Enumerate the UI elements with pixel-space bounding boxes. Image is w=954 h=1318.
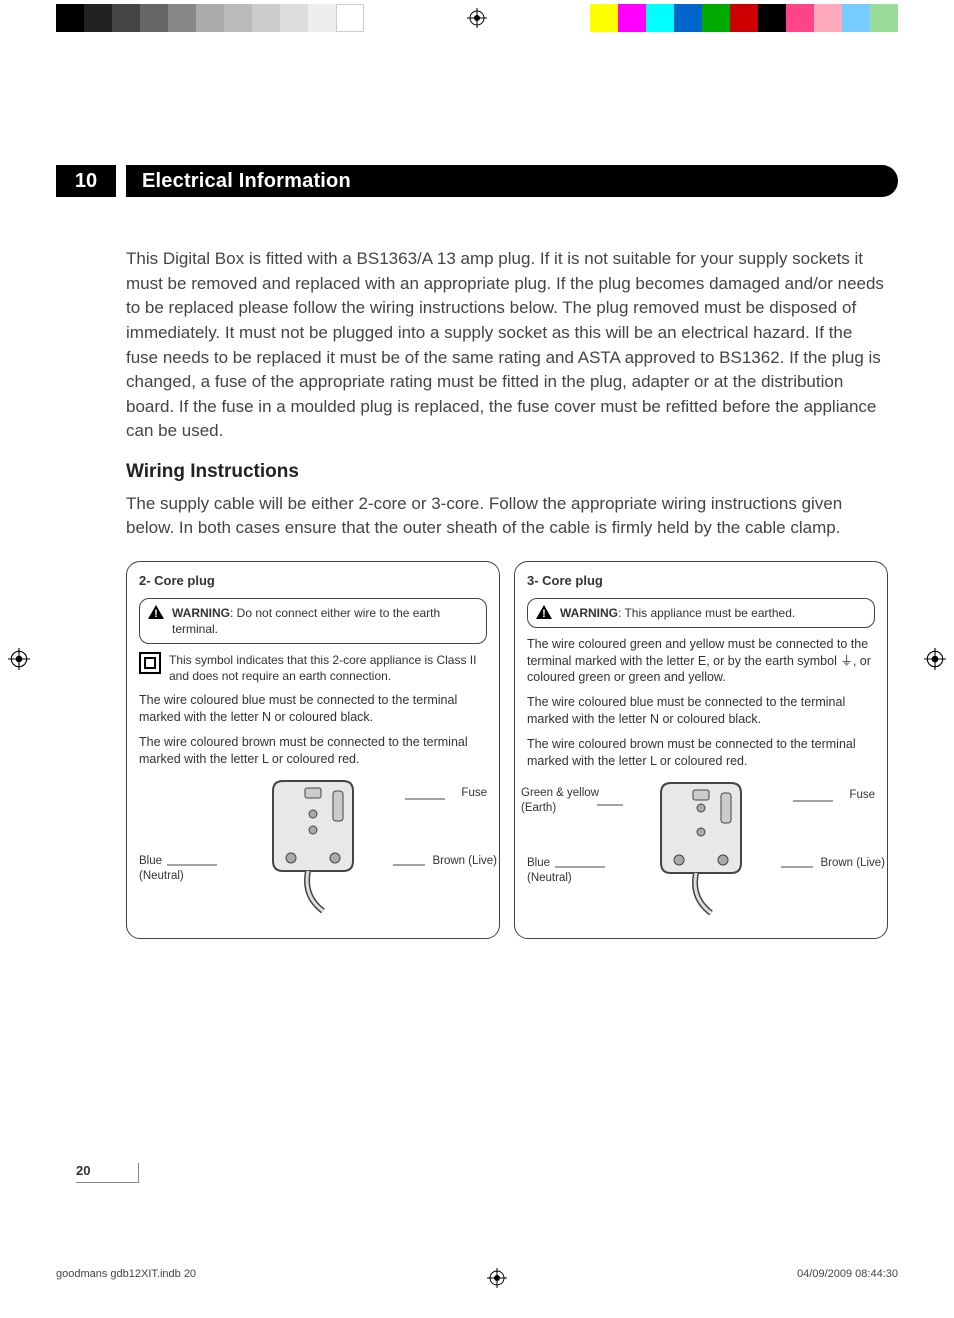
section-number: 10 <box>56 165 116 197</box>
panel-3core-title: 3- Core plug <box>527 572 875 590</box>
leader-line-icon <box>597 800 623 810</box>
panel-2core: 2- Core plug ! WARNING: Do not connect e… <box>126 561 500 939</box>
page-content: 10 Electrical Information This Digital B… <box>56 95 898 1223</box>
warning-label: WARNING <box>560 606 618 620</box>
print-color-bar <box>0 4 954 32</box>
warning-icon: ! <box>148 605 164 619</box>
intro-paragraph: This Digital Box is fitted with a BS1363… <box>126 247 888 444</box>
label-brown: Brown (Live) <box>820 856 885 872</box>
brown-wire-text: The wire coloured brown must be connecte… <box>527 736 875 770</box>
wiring-intro: The supply cable will be either 2-core o… <box>126 492 888 541</box>
leader-line-icon <box>793 796 833 806</box>
registration-mark-icon <box>8 648 30 670</box>
label-earth: Green & yellow (Earth) <box>521 786 599 817</box>
plug-icon <box>253 776 373 916</box>
label-fuse: Fuse <box>461 786 487 802</box>
registration-mark-icon <box>487 1268 507 1288</box>
plug-diagram-2core: Fuse Blue (Neutral) Brown (Live) <box>139 776 487 926</box>
warning-label: WARNING <box>172 606 230 620</box>
earth-wire-text: The wire coloured green and yellow must … <box>527 636 875 687</box>
class2-text: This symbol indicates that this 2-core a… <box>169 652 487 684</box>
body-text: This Digital Box is fitted with a BS1363… <box>126 247 888 939</box>
label-fuse: Fuse <box>849 788 875 804</box>
warning-text: : This appliance must be earthed. <box>618 606 795 620</box>
wiring-heading: Wiring Instructions <box>126 458 888 486</box>
panel-2core-title: 2- Core plug <box>139 572 487 590</box>
registration-mark-icon <box>924 648 946 670</box>
leader-line-icon <box>781 862 813 872</box>
color-strip <box>590 4 898 32</box>
plug-icon <box>641 778 761 918</box>
leader-line-icon <box>167 860 217 870</box>
blue-wire-text: The wire coloured blue must be connected… <box>527 694 875 728</box>
blue-wire-text: The wire coloured blue must be connected… <box>139 692 487 726</box>
warning-box-2core: ! WARNING: Do not connect either wire to… <box>139 598 487 644</box>
svg-text:!: ! <box>154 608 158 619</box>
panel-3core: 3- Core plug ! WARNING: This appliance m… <box>514 561 888 939</box>
section-title: Electrical Information <box>126 165 898 197</box>
plug-diagram-3core: Fuse Green & yellow (Earth) Blue (Neutra… <box>527 778 875 928</box>
section-header: 10 Electrical Information <box>56 165 898 197</box>
svg-text:!: ! <box>542 608 546 619</box>
source-file: goodmans gdb12XIT.indb 20 <box>56 1268 196 1288</box>
print-footer: goodmans gdb12XIT.indb 20 04/09/2009 08:… <box>0 1268 954 1288</box>
class2-row: This symbol indicates that this 2-core a… <box>139 652 487 684</box>
label-brown: Brown (Live) <box>432 854 497 870</box>
brown-wire-text: The wire coloured brown must be connecte… <box>139 734 487 768</box>
leader-line-icon <box>393 860 425 870</box>
print-timestamp: 04/09/2009 08:44:30 <box>797 1268 898 1288</box>
leader-line-icon <box>555 862 605 872</box>
class2-icon <box>139 652 161 674</box>
warning-icon: ! <box>536 605 552 619</box>
registration-mark-icon <box>467 8 487 28</box>
leader-line-icon <box>405 794 445 804</box>
wiring-panels: 2- Core plug ! WARNING: Do not connect e… <box>126 561 888 939</box>
warning-box-3core: ! WARNING: This appliance must be earthe… <box>527 598 875 628</box>
footer-page-number: 20 <box>76 1163 139 1183</box>
grayscale-strip <box>56 4 364 32</box>
